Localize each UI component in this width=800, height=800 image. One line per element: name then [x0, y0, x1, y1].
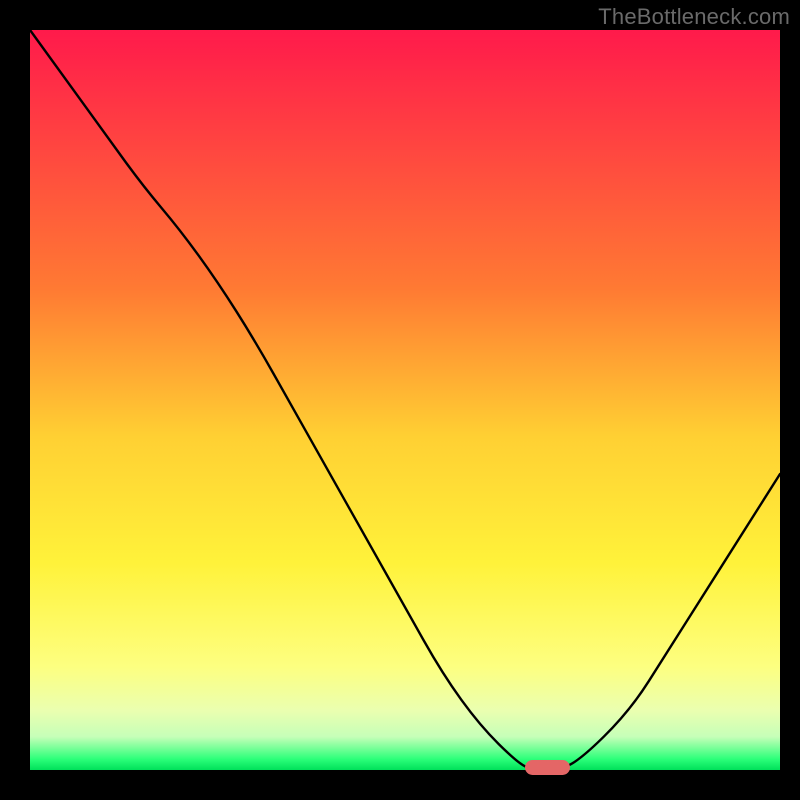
watermark-text: TheBottleneck.com	[598, 4, 790, 30]
bottleneck-curve	[30, 30, 780, 770]
curve-svg	[0, 0, 800, 800]
chart-container: TheBottleneck.com	[0, 0, 800, 800]
optimal-marker	[525, 760, 570, 775]
